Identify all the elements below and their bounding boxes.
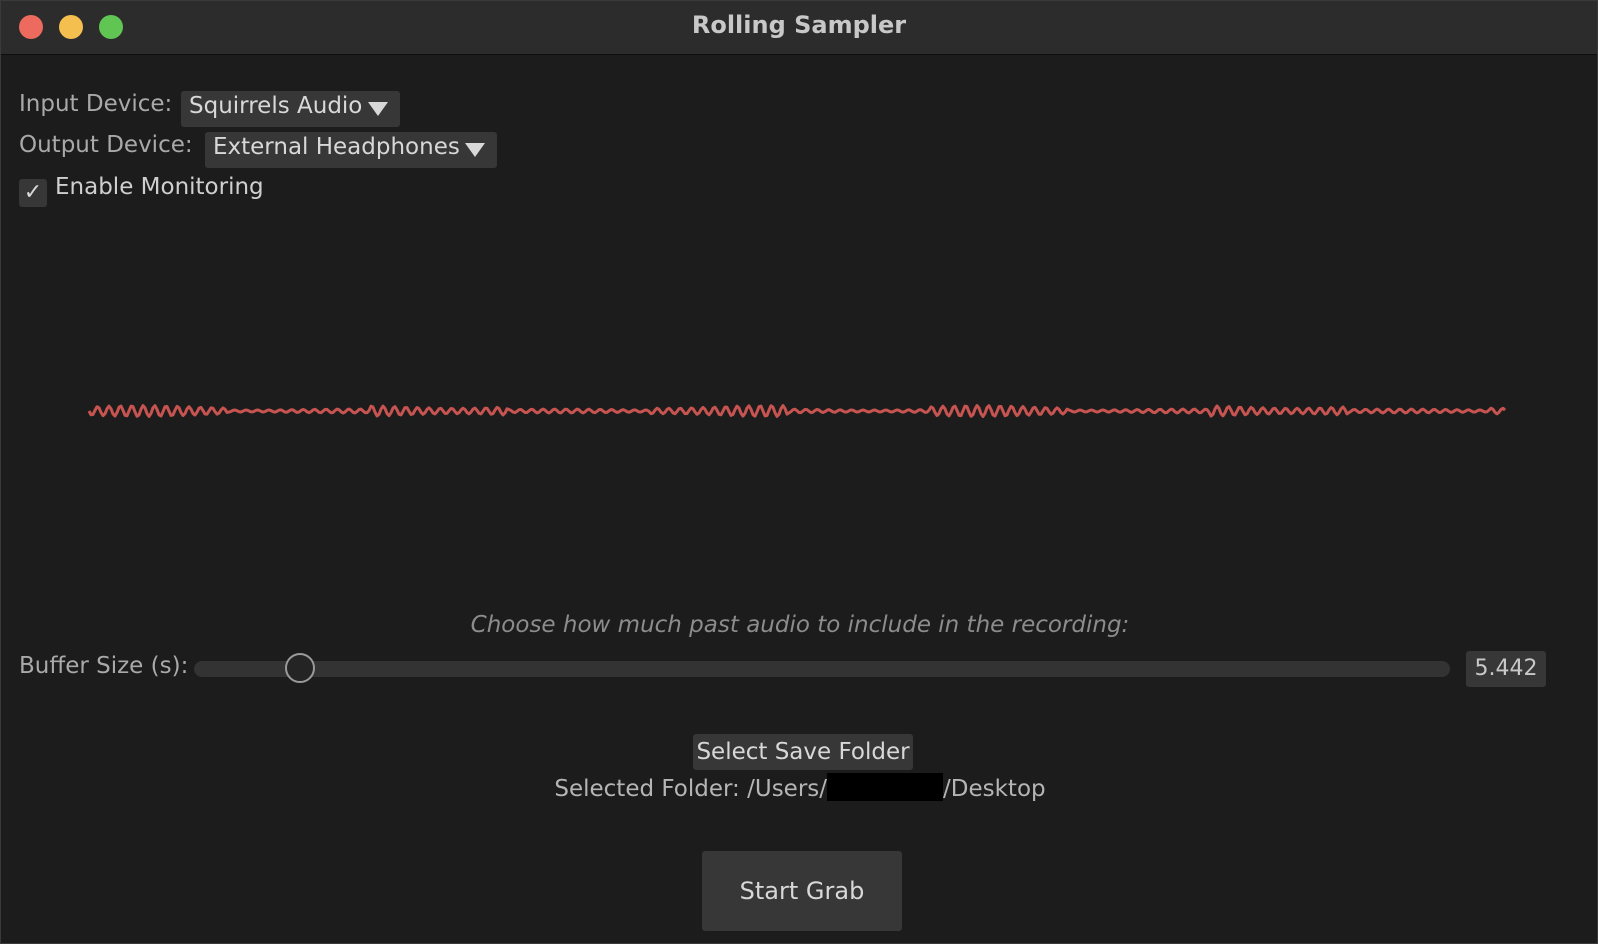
enable-monitoring-label: Enable Monitoring: [55, 174, 264, 200]
output-device-dropdown[interactable]: External Headphones: [205, 132, 497, 168]
waveform-line: [87, 404, 1507, 418]
selected-folder-text: Selected Folder: /Users/ /Desktop: [1, 773, 1597, 802]
redacted-username: [827, 773, 944, 801]
selected-folder-suffix: /Desktop: [943, 776, 1046, 802]
app-window: Rolling Sampler Input Device: Squirrels …: [0, 0, 1598, 944]
selected-folder-prefix: Selected Folder: /Users/: [554, 776, 828, 802]
buffer-size-value[interactable]: 5.442: [1466, 651, 1546, 687]
title-bar: Rolling Sampler: [1, 1, 1597, 55]
output-device-label: Output Device:: [19, 132, 193, 158]
chevron-down-icon: [368, 102, 388, 116]
input-device-label: Input Device:: [19, 91, 173, 117]
input-device-value: Squirrels Audio: [189, 93, 363, 119]
input-device-dropdown[interactable]: Squirrels Audio: [181, 91, 400, 127]
checkmark-icon: ✓: [23, 180, 43, 205]
enable-monitoring-checkbox[interactable]: ✓: [19, 179, 47, 207]
buffer-hint-text: Choose how much past audio to include in…: [470, 612, 1130, 638]
output-device-value: External Headphones: [213, 134, 460, 160]
start-grab-button[interactable]: Start Grab: [702, 851, 902, 931]
window-title: Rolling Sampler: [691, 11, 907, 39]
buffer-size-slider-thumb[interactable]: [284, 653, 315, 683]
buffer-size-label: Buffer Size (s):: [19, 653, 189, 679]
waveform-display: [87, 404, 1507, 418]
select-save-folder-button[interactable]: Select Save Folder: [693, 734, 913, 770]
buffer-size-slider-track[interactable]: [194, 661, 1450, 677]
chevron-down-icon: [465, 143, 485, 157]
